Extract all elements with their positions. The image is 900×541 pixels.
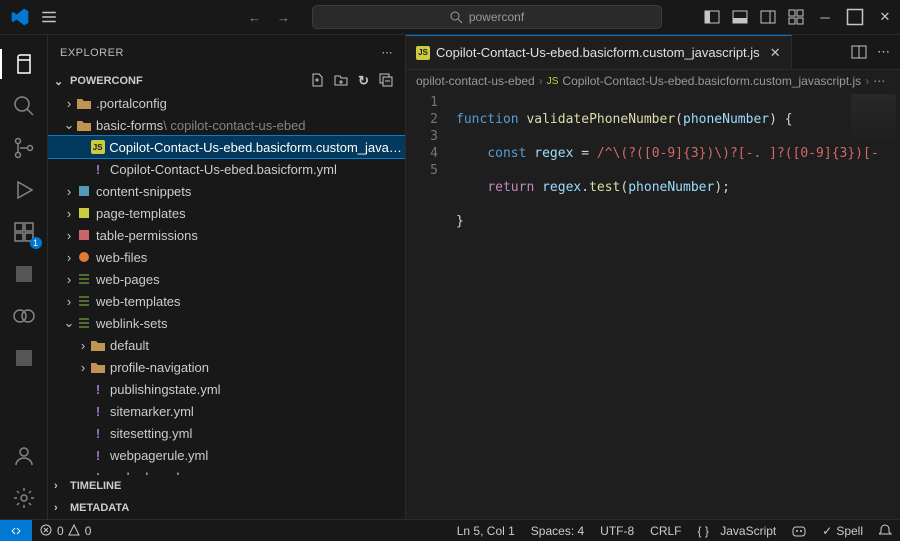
activity-custom-2[interactable]: [0, 337, 48, 379]
file-tree: ›.portalconfig ⌄basic-forms\ copilot-con…: [48, 92, 405, 475]
minimap[interactable]: [851, 94, 896, 144]
root-folder-label: POWERCONF: [70, 75, 143, 87]
code-editor[interactable]: 12345 function validatePhoneNumber(phone…: [406, 92, 900, 519]
customize-layout-icon[interactable]: [788, 9, 804, 25]
tab-bar: JS Copilot-Contact-Us-ebed.basicform.cus…: [406, 35, 900, 70]
status-spell[interactable]: ✓ Spell: [814, 524, 871, 538]
breadcrumb[interactable]: opilot-contact-us-ebed › JS Copilot-Cont…: [406, 70, 900, 92]
status-eol[interactable]: CRLF: [642, 524, 689, 538]
search-text: powerconf: [469, 10, 524, 24]
hamburger-menu-icon[interactable]: [40, 8, 58, 26]
nav-back-icon[interactable]: ←: [248, 10, 261, 25]
chevron-right-icon: ›: [865, 74, 869, 88]
tree-folder[interactable]: ›web-files: [48, 246, 405, 268]
section-timeline[interactable]: ›TIMELINE: [48, 475, 405, 497]
layout-panel-bottom-icon[interactable]: [732, 9, 748, 25]
breadcrumb-item[interactable]: Copilot-Contact-Us-ebed.basicform.custom…: [562, 74, 861, 88]
tree-folder[interactable]: ›.portalconfig: [48, 92, 405, 114]
explorer-sidebar: EXPLORER ⋯ ⌄ POWERCONF ↻ ›.portalconfig …: [48, 35, 406, 519]
tree-folder[interactable]: ›page-templates: [48, 202, 405, 224]
tree-folder[interactable]: ›web-templates: [48, 290, 405, 312]
extensions-badge: 1: [30, 237, 42, 249]
tree-file-js[interactable]: JSCopilot-Contact-Us-ebed.basicform.cust…: [48, 136, 405, 158]
activity-custom-1[interactable]: [0, 253, 48, 295]
tree-folder[interactable]: ⌄basic-forms\ copilot-contact-us-ebed: [48, 114, 405, 136]
editor-tab[interactable]: JS Copilot-Contact-Us-ebed.basicform.cus…: [406, 35, 792, 69]
new-file-icon[interactable]: [310, 73, 324, 89]
activity-accounts[interactable]: [0, 435, 48, 477]
remote-indicator[interactable]: [0, 520, 32, 541]
status-copilot-icon[interactable]: [784, 524, 814, 538]
search-icon: [450, 11, 463, 24]
new-folder-icon[interactable]: [334, 73, 348, 89]
refresh-icon[interactable]: ↻: [358, 73, 369, 89]
breadcrumb-item[interactable]: opilot-contact-us-ebed: [416, 74, 535, 88]
activity-extensions[interactable]: 1: [0, 211, 48, 253]
window-close-icon[interactable]: ✕: [876, 8, 894, 26]
explorer-title: EXPLORER: [60, 47, 124, 59]
status-encoding[interactable]: UTF-8: [592, 524, 642, 538]
status-language[interactable]: { } JavaScript: [690, 524, 785, 538]
activity-settings[interactable]: [0, 477, 48, 519]
editor-more-icon[interactable]: ⋯: [877, 44, 890, 60]
editor-group: JS Copilot-Contact-Us-ebed.basicform.cus…: [406, 35, 900, 519]
tree-folder[interactable]: ›table-permissions: [48, 224, 405, 246]
tree-file-yml[interactable]: !sitesetting.yml: [48, 422, 405, 444]
explorer-more-icon[interactable]: ⋯: [382, 46, 394, 59]
tree-folder[interactable]: ›profile-navigation: [48, 356, 405, 378]
activity-source-control[interactable]: [0, 127, 48, 169]
activity-search[interactable]: [0, 85, 48, 127]
status-notifications-icon[interactable]: [871, 524, 900, 538]
activity-explorer[interactable]: [0, 43, 48, 85]
activity-bar: 1: [0, 35, 48, 519]
status-bar: 0 0 Ln 5, Col 1 Spaces: 4 UTF-8 CRLF { }…: [0, 519, 900, 541]
tab-close-icon[interactable]: ✕: [770, 45, 781, 61]
tree-file-yml[interactable]: !webrole.yml: [48, 466, 405, 475]
tree-folder[interactable]: ⌄weblink-sets: [48, 312, 405, 334]
nav-forward-icon[interactable]: →: [277, 10, 290, 25]
js-file-icon: JS: [547, 76, 559, 87]
tab-title: Copilot-Contact-Us-ebed.basicform.custom…: [436, 45, 760, 60]
split-editor-icon[interactable]: [851, 44, 867, 60]
error-icon: [40, 524, 53, 537]
window-minimize-icon[interactable]: ─: [816, 8, 834, 26]
status-cursor-pos[interactable]: Ln 5, Col 1: [449, 524, 523, 538]
layout-sidebar-right-icon[interactable]: [760, 9, 776, 25]
activity-run-debug[interactable]: [0, 169, 48, 211]
activity-power-platform[interactable]: [0, 295, 48, 337]
tree-folder[interactable]: ›web-pages: [48, 268, 405, 290]
collapse-all-icon[interactable]: [379, 73, 393, 89]
code-content[interactable]: function validatePhoneNumber(phoneNumber…: [456, 92, 879, 519]
title-bar: ← → powerconf ─ ✕: [0, 0, 900, 35]
status-problems[interactable]: 0 0: [32, 524, 99, 538]
tree-file-yml[interactable]: !publishingstate.yml: [48, 378, 405, 400]
warning-icon: [68, 524, 81, 537]
section-metadata[interactable]: ›METADATA: [48, 497, 405, 519]
breadcrumb-more-icon: ⋯: [873, 74, 885, 88]
tree-folder[interactable]: ›default: [48, 334, 405, 356]
layout-sidebar-left-icon[interactable]: [704, 9, 720, 25]
window-maximize-icon[interactable]: [846, 8, 864, 26]
tree-folder[interactable]: ›content-snippets: [48, 180, 405, 202]
vscode-logo-icon: [10, 7, 30, 27]
command-center-search[interactable]: powerconf: [312, 5, 662, 29]
tree-file-yml[interactable]: !webpagerule.yml: [48, 444, 405, 466]
line-gutter: 12345: [406, 92, 456, 519]
chevron-right-icon: ›: [539, 74, 543, 88]
tree-file-yml[interactable]: !Copilot-Contact-Us-ebed.basicform.yml: [48, 158, 405, 180]
status-indentation[interactable]: Spaces: 4: [523, 524, 592, 538]
js-file-icon: JS: [416, 46, 430, 60]
tree-file-yml[interactable]: !sitemarker.yml: [48, 400, 405, 422]
chevron-down-icon: ⌄: [54, 75, 66, 88]
section-root[interactable]: ⌄ POWERCONF ↻: [48, 70, 405, 92]
